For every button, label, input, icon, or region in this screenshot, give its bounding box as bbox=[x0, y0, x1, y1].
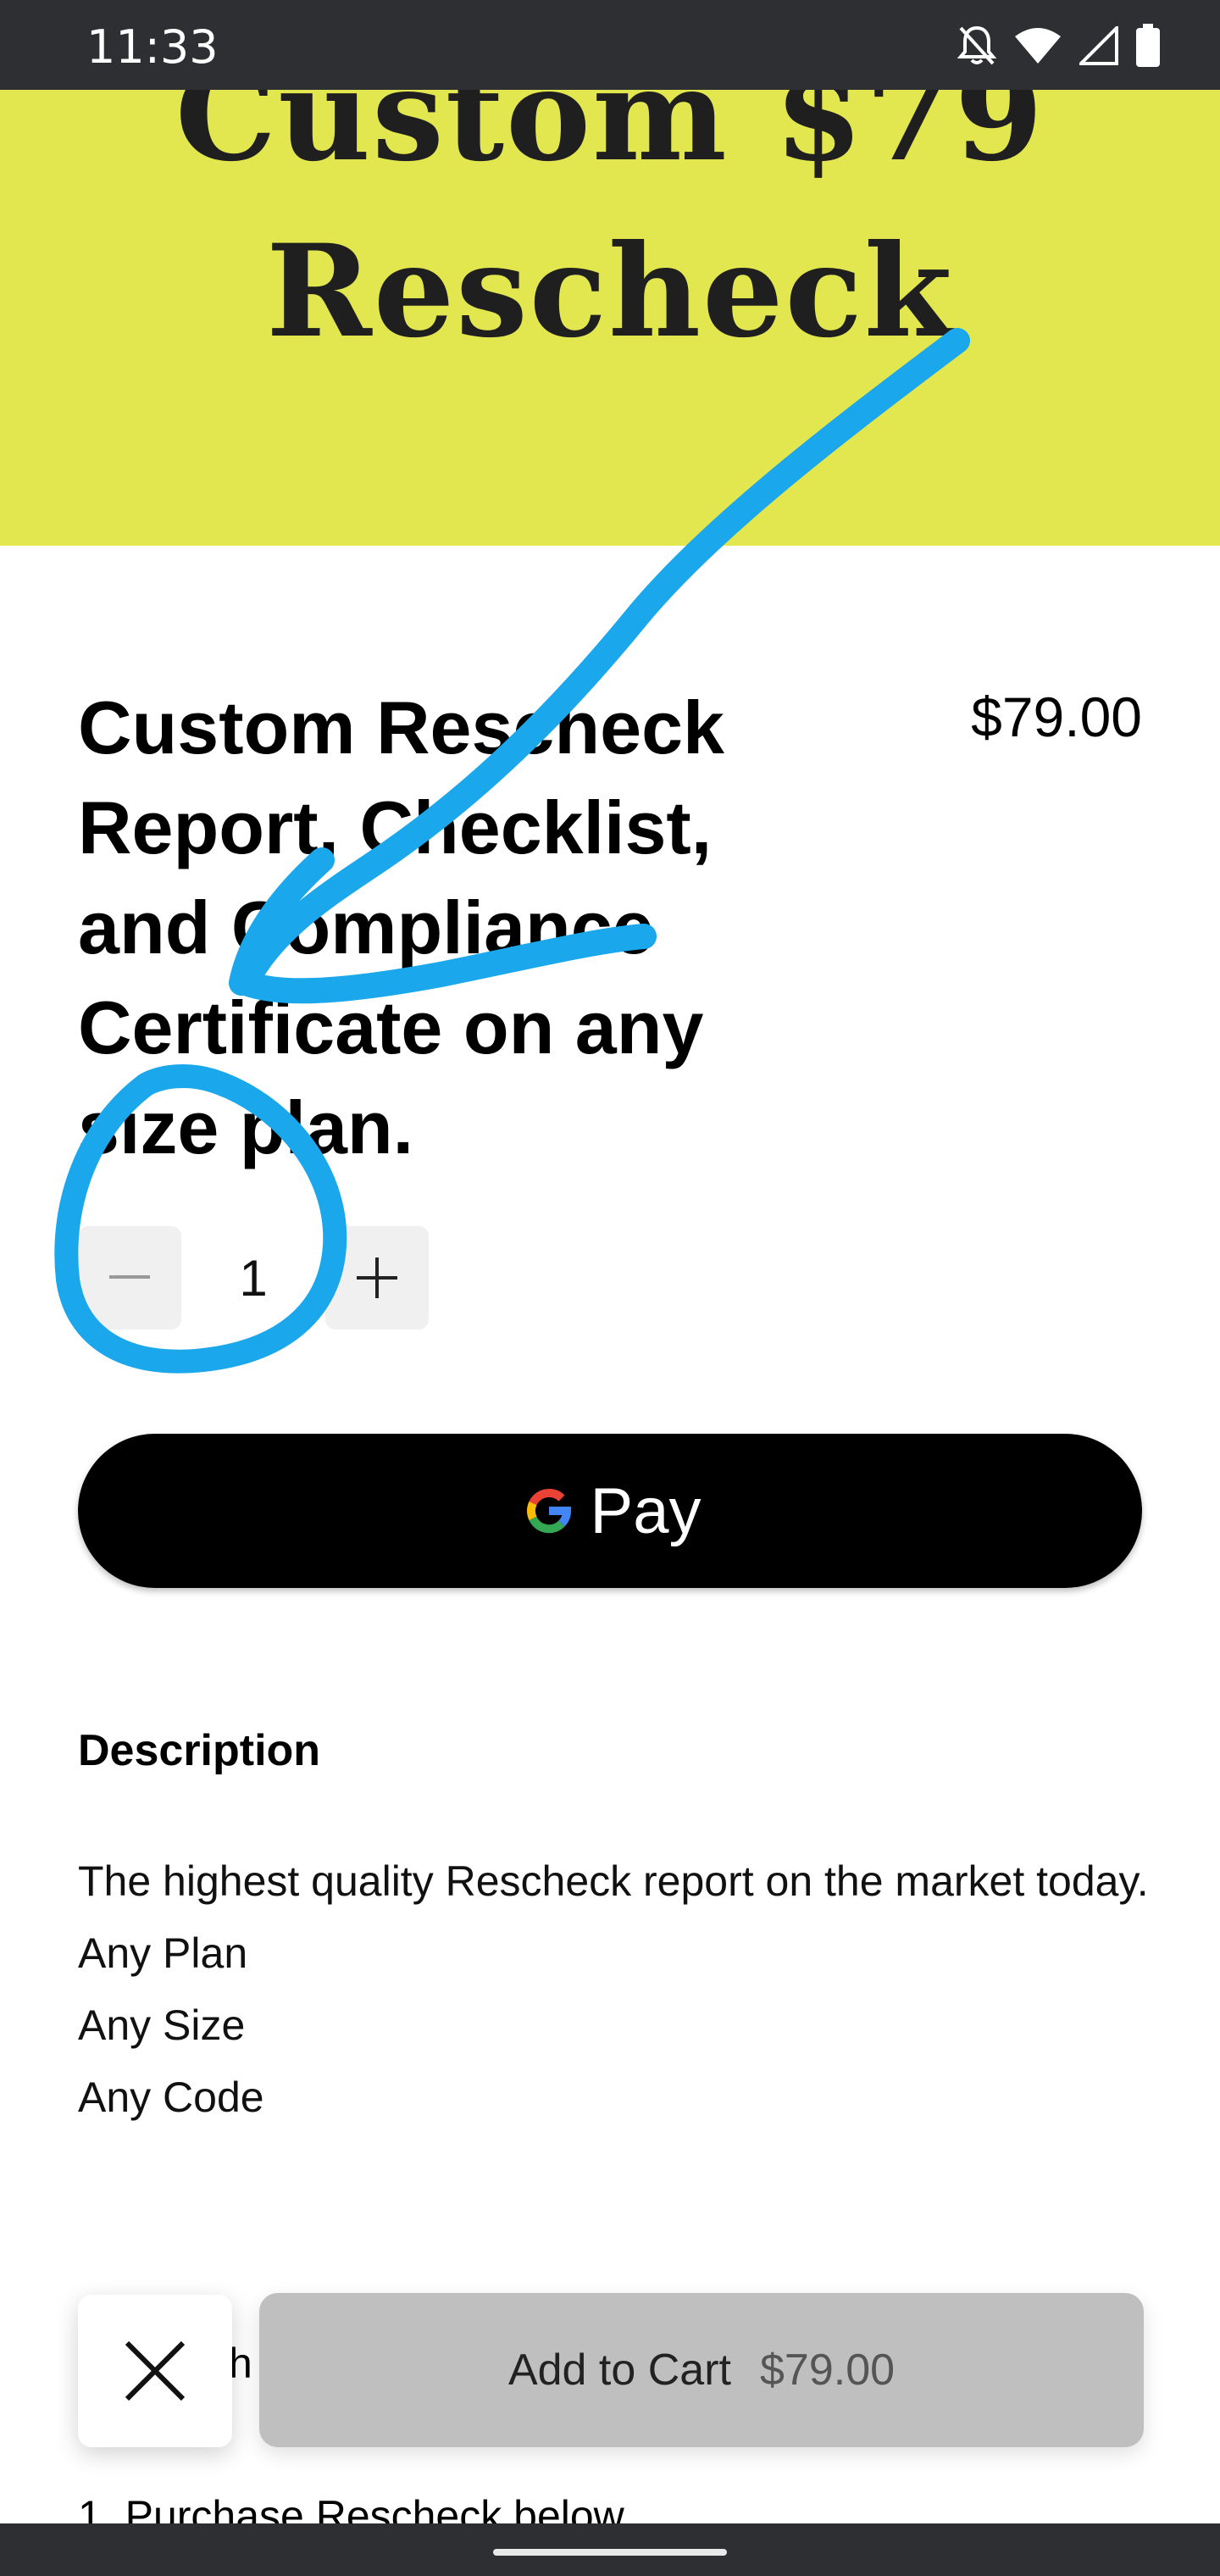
minus-icon bbox=[109, 1275, 150, 1279]
product-hero-image: Custom $79 Rescheck bbox=[0, 90, 1220, 546]
google-pay-label: Pay bbox=[590, 1474, 702, 1547]
close-icon bbox=[125, 2340, 186, 2401]
add-to-cart-price: $79.00 bbox=[759, 2346, 896, 2395]
google-pay-button[interactable]: Pay bbox=[78, 1434, 1142, 1588]
home-gesture-handle[interactable] bbox=[493, 2549, 727, 2556]
hero-line-1: Custom $79 bbox=[175, 90, 1045, 190]
description-body: The highest quality Rescheck report on t… bbox=[78, 1846, 1162, 2134]
add-to-cart-label: Add to Cart bbox=[507, 2346, 731, 2395]
wifi-icon bbox=[1013, 26, 1062, 65]
plus-icon bbox=[357, 1257, 397, 1298]
description-line: The highest quality Rescheck report on t… bbox=[78, 1857, 1149, 1905]
description-line: Any Plan bbox=[78, 1929, 248, 1977]
quantity-value: 1 bbox=[239, 1249, 268, 1307]
status-icons bbox=[957, 22, 1161, 69]
increment-button[interactable] bbox=[325, 1226, 429, 1330]
status-time: 11:33 bbox=[86, 20, 219, 74]
decrement-button[interactable] bbox=[78, 1226, 181, 1330]
status-bar: 11:33 bbox=[0, 0, 1220, 90]
close-button[interactable] bbox=[78, 2295, 232, 2447]
hero-line-2: Rescheck bbox=[266, 217, 954, 366]
quantity-stepper: 1 bbox=[78, 1226, 429, 1330]
notifications-off-icon bbox=[957, 25, 996, 67]
product-price: $79.00 bbox=[971, 686, 1142, 748]
google-g-icon bbox=[526, 1488, 571, 1534]
description-peek-text: h bbox=[229, 2340, 252, 2387]
product-title: Custom Rescheck Report, Checklist, and C… bbox=[78, 686, 724, 1169]
navigation-bar bbox=[0, 2523, 1220, 2576]
add-to-cart-button[interactable]: Add to Cart $79.00 bbox=[259, 2293, 1144, 2447]
description-line: Any Size bbox=[78, 2001, 246, 2049]
cellular-signal-icon bbox=[1079, 26, 1118, 65]
description-line: Any Code bbox=[78, 2074, 264, 2121]
battery-icon bbox=[1135, 24, 1161, 68]
description-heading: Description bbox=[78, 1726, 321, 1775]
